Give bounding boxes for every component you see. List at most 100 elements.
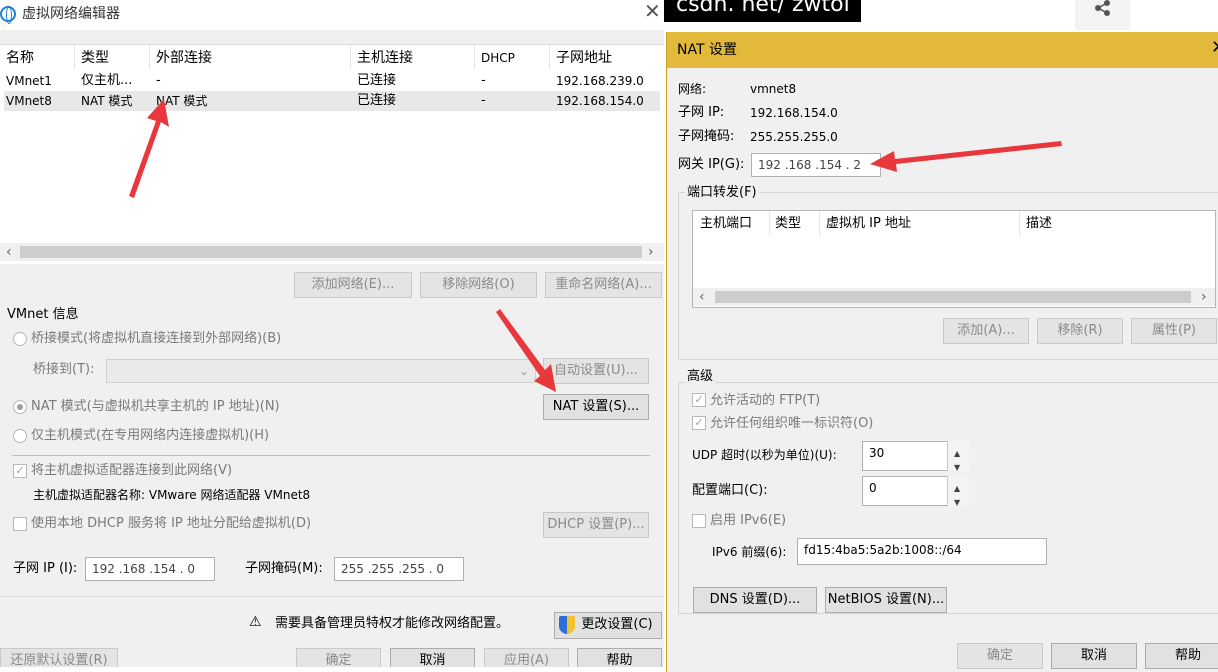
config-port-label: 配置端口(C): [692,483,768,498]
add-network-button[interactable]: 添加网络(E)... [294,272,412,298]
use-dhcp-label: 使用本地 DHCP 服务将 IP 地址分配给虚拟机(D) [31,516,312,531]
horizontal-scrollbar[interactable]: ‹ › [0,243,664,261]
properties-button[interactable]: 属性(P) [1131,318,1217,344]
nat-mode-radio[interactable] [13,400,27,414]
cell-host: 已连接 [357,73,397,88]
host-only-label: 仅主机模式(在专用网络内连接虚拟机)(H) [31,428,270,443]
vmnet-info-heading: VMnet 信息 [7,307,79,322]
column-header-host[interactable]: 主机连接 [357,50,413,66]
subnet-mask-label: 子网掩码(M): [245,561,323,576]
auto-settings-button[interactable]: 自动设置(U)... [543,358,649,384]
dhcp-settings-button[interactable]: DHCP 设置(P)... [543,512,649,538]
use-dhcp-checkbox[interactable] [13,517,27,531]
change-settings-button[interactable]: 更改设置(C) [554,612,662,639]
bridge-to-select[interactable]: ⌄ [106,359,536,383]
column-separator [350,45,351,69]
share-icon[interactable] [1093,0,1113,16]
share-panel [1075,0,1130,30]
cancel-button[interactable]: 取消 [390,648,475,667]
scrollbar-thumb[interactable] [715,291,1191,303]
scroll-left-icon[interactable]: ‹ [699,288,705,306]
title-bar: 虚拟网络编辑器 ✕ [0,0,664,30]
allow-oui-label: 允许任何组织唯一标识符(O) [710,416,874,431]
horizontal-scrollbar[interactable]: ‹ › [693,288,1215,306]
config-port-field[interactable]: 0 ▲ ▼ [862,476,969,507]
bridge-to-label: 桥接到(T): [33,362,95,377]
gateway-ip-field[interactable]: 192 .168 .154 . 2 [751,153,881,177]
dialog-title-bar: NAT 设置 ✕ [667,32,1218,68]
column-header-name[interactable]: 名称 [6,50,34,66]
subnet-ip-label: 子网 IP: [678,105,725,120]
spinner[interactable]: ▲ ▼ [947,441,969,472]
udp-timeout-label: UDP 超时(以秒为单位)(U): [692,448,837,462]
warning-icon: ⚠ [249,614,262,630]
remove-network-button[interactable]: 移除网络(O) [420,272,537,298]
column-header-subnet[interactable]: 子网地址 [556,50,612,66]
adapter-name-text: 主机虚拟适配器名称: VMware 网络适配器 VMnet8 [33,488,311,502]
cell-external: - [156,73,161,88]
connect-adapter-checkbox[interactable]: ✓ [13,464,27,478]
udp-timeout-value: 30 [869,446,885,460]
chevron-down-icon: ⌄ [518,364,529,378]
rename-network-button[interactable]: 重命名网络(A)... [545,272,662,298]
scrollbar-thumb[interactable] [20,246,642,258]
ipv6-prefix-field[interactable]: fd15:4ba5:5a2b:1008::/64 [797,538,1047,565]
host-only-radio[interactable] [13,429,27,443]
connect-adapter-label: 将主机虚拟适配器连接到此网络(V) [31,463,233,478]
column-separator [549,45,550,69]
column-header-vm-ip[interactable]: 虚拟机 IP 地址 [826,216,911,232]
cell-external: NAT 模式 [156,94,208,108]
spinner[interactable]: ▲ ▼ [947,476,969,507]
ok-button[interactable]: 确定 [296,648,381,667]
close-icon[interactable]: ✕ [1211,39,1218,57]
allow-ftp-checkbox[interactable]: ✓ [692,393,706,407]
column-separator [769,211,770,235]
subnet-ip-field[interactable]: 192 .168 .154 . 0 [85,557,215,581]
config-port-value: 0 [869,481,877,495]
column-header-host-port[interactable]: 主机端口 [700,216,752,232]
remove-button[interactable]: 移除(R) [1037,318,1123,344]
network-label: 网络: [678,82,707,96]
network-table: 名称 类型 外部连接 主机连接 DHCP 子网地址 VMnet1 仅主机... … [0,44,664,264]
dns-settings-button[interactable]: DNS 设置(D)... [693,587,817,613]
cell-name: VMnet1 [6,74,52,88]
change-settings-label: 更改设置(C) [581,617,653,632]
ok-button[interactable]: 确定 [957,643,1043,669]
column-header-type[interactable]: 类型 [775,216,801,232]
subnet-mask-label: 子网掩码: [678,129,735,144]
close-icon[interactable]: ✕ [644,1,661,21]
ipv6-prefix-label: IPv6 前缀(6): [712,545,787,559]
allow-ftp-label: 允许活动的 FTP(T) [710,393,821,408]
netbios-settings-button[interactable]: NetBIOS 设置(N)... [825,587,947,613]
subnet-mask-value: 255.255.255.0 [750,130,838,144]
column-separator [474,45,475,69]
bridged-radio[interactable] [13,332,27,346]
cell-name: VMnet8 [6,94,52,108]
cancel-button[interactable]: 取消 [1051,643,1137,669]
column-header-external[interactable]: 外部连接 [156,50,212,66]
udp-timeout-field[interactable]: 30 ▲ ▼ [862,441,969,472]
cell-dhcp: - [481,73,486,88]
nat-mode-label: NAT 模式(与虚拟机共享主机的 IP 地址)(N) [31,399,280,414]
help-button[interactable]: 帮助 [577,648,662,667]
subnet-ip-value: 192.168.154.0 [750,106,838,120]
column-header-description[interactable]: 描述 [1026,216,1052,232]
nat-settings-button[interactable]: NAT 设置(S)... [543,394,649,420]
subnet-mask-field[interactable]: 255 .255 .255 . 0 [334,557,464,581]
apply-button[interactable]: 应用(A) [484,648,569,667]
nat-settings-dialog: NAT 设置 ✕ 网络: vmnet8 子网 IP: 192.168.154.0… [666,32,1218,672]
table-row[interactable]: VMnet1 仅主机... - 已连接 - 192.168.239.0 [0,71,664,91]
restore-defaults-button[interactable]: 还原默认设置(R) [0,648,118,667]
add-button[interactable]: 添加(A)... [943,318,1029,344]
scroll-right-icon[interactable]: › [1201,288,1207,306]
cell-host: 已连接 [357,93,397,108]
enable-ipv6-checkbox[interactable] [692,514,706,528]
allow-oui-checkbox[interactable]: ✓ [692,416,706,430]
scroll-left-icon[interactable]: ‹ [6,243,12,261]
window-title: 虚拟网络编辑器 [22,6,120,22]
column-header-dhcp[interactable]: DHCP [481,50,515,66]
table-row-selected[interactable]: VMnet8 NAT 模式 NAT 模式 已连接 - 192.168.154.0 [4,91,660,111]
scroll-right-icon[interactable]: › [648,243,654,261]
column-header-type[interactable]: 类型 [81,50,109,66]
help-button[interactable]: 帮助 [1145,643,1218,669]
